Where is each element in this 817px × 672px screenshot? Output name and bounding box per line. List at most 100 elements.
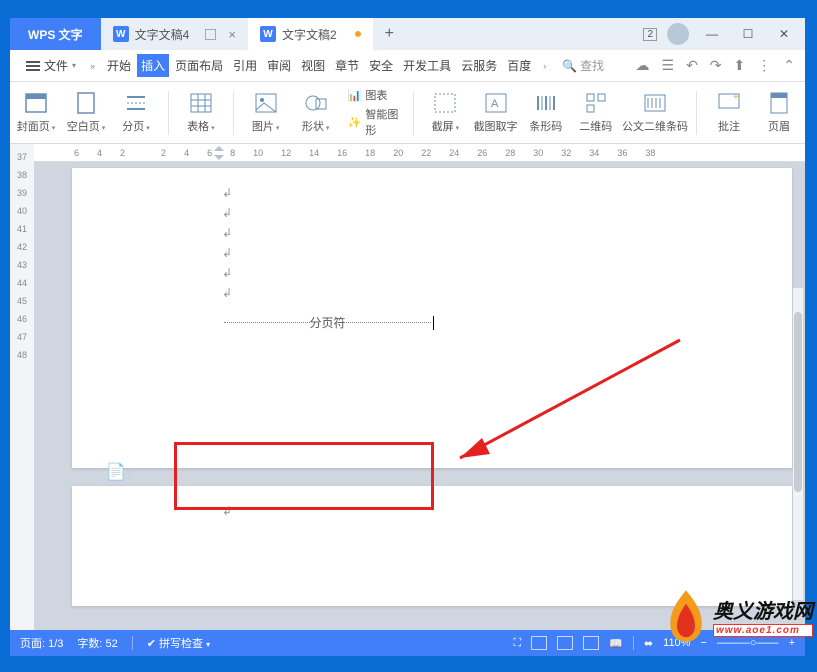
tab-start[interactable]: 开始 — [103, 54, 135, 77]
tab-baidu[interactable]: 百度 — [503, 54, 535, 77]
tab-label: 文字文稿4 — [135, 26, 190, 43]
comment-icon: + — [717, 92, 741, 114]
site-watermark: 奥义游戏网 www.aoe1.com — [663, 588, 813, 644]
screenshot-button[interactable]: 截屏▾ — [427, 92, 463, 134]
ribbon: 封面页▾ 空白页▾ 分页▾ 表格▾ 图片▾ 形状▾ 📊图表 ✨智能图形 — [10, 82, 805, 144]
smartart-button[interactable]: ✨智能图形 — [348, 106, 399, 138]
tab-security[interactable]: 安全 — [365, 54, 397, 77]
chart-smartart-group: 📊图表 ✨智能图形 — [348, 87, 399, 138]
chevron-right-icon[interactable]: » — [84, 61, 101, 71]
page-break-label: 分页符 — [310, 314, 346, 331]
document-tab-2[interactable]: W 文字文稿2 — [248, 18, 373, 50]
header-button[interactable]: 页眉 — [761, 92, 797, 134]
tab-preview-icon[interactable] — [205, 29, 216, 40]
avatar[interactable] — [667, 23, 689, 45]
barcode-button[interactable]: 条形码 — [528, 92, 564, 134]
bell-icon[interactable]: ☰ — [662, 57, 675, 74]
scrollbar-thumb[interactable] — [794, 312, 802, 492]
fit-width-icon[interactable]: ⬌ — [644, 637, 653, 650]
page-break-button[interactable]: 分页▾ — [118, 92, 154, 134]
cloud-sync-icon[interactable]: ☁ — [636, 57, 650, 74]
page-indicator[interactable]: 页面: 1/3 — [20, 635, 63, 651]
doc-icon: W — [113, 26, 129, 42]
comment-button[interactable]: + 批注 — [711, 92, 747, 134]
qrcode-button[interactable]: 二维码 — [578, 92, 614, 134]
shapes-icon — [304, 92, 328, 114]
redo-icon[interactable]: ↷ — [710, 57, 722, 74]
cover-page-button[interactable]: 封面页▾ — [18, 92, 54, 134]
document-workspace: 373839404142434445464748 642246810121416… — [10, 144, 805, 630]
tab-chapter[interactable]: 章节 — [331, 54, 363, 77]
blank-page-button[interactable]: 空白页▾ — [68, 92, 104, 134]
file-menu[interactable]: 文件 ▾ — [20, 55, 82, 76]
spellcheck-button[interactable]: ✔ 拼写检查 ▾ — [147, 635, 210, 651]
search-box[interactable]: 🔍 查找 — [562, 57, 604, 74]
tab-view[interactable]: 视图 — [297, 54, 329, 77]
word-count[interactable]: 字数: 52 — [77, 635, 117, 651]
text-cursor-icon — [433, 316, 434, 330]
undo-icon[interactable]: ↶ — [686, 57, 698, 74]
shapes-button[interactable]: 形状▾ — [298, 92, 334, 134]
tab-cloud[interactable]: 云服务 — [457, 54, 501, 77]
tab-review[interactable]: 审阅 — [263, 54, 295, 77]
tab-page-layout[interactable]: 页面布局 — [171, 54, 227, 77]
maximize-button[interactable]: ☐ — [735, 24, 761, 44]
table-icon — [189, 92, 213, 114]
chart-button[interactable]: 📊图表 — [348, 87, 399, 103]
picture-button[interactable]: 图片▾ — [248, 92, 284, 134]
qrcode-icon — [584, 92, 608, 114]
chart-icon: 📊 — [348, 89, 362, 102]
fullscreen-icon[interactable]: ⛶ — [514, 637, 522, 650]
page-break-icon — [124, 92, 148, 114]
tab-close-icon[interactable]: × — [228, 27, 236, 42]
collapse-ribbon-icon[interactable]: ⌃ — [783, 57, 795, 74]
doc-icon: W — [260, 26, 276, 42]
share-icon[interactable]: ⬆ — [734, 57, 746, 74]
paragraph-mark-icon: ↲ — [222, 266, 792, 286]
tab-references[interactable]: 引用 — [229, 54, 261, 77]
vertical-scrollbar[interactable] — [793, 288, 803, 600]
document-page-1[interactable]: ↲ ↲ ↲ ↲ ↲ ↲ 分页符 — [72, 168, 792, 468]
paragraph-mark-icon: ↲ — [222, 226, 792, 246]
account-badge[interactable]: 2 — [643, 28, 657, 41]
dropdown-icon: ▾ — [72, 61, 76, 70]
new-tab-button[interactable]: + — [373, 18, 406, 50]
tab-insert[interactable]: 插入 — [137, 54, 169, 77]
indent-marker-icon[interactable] — [214, 146, 224, 160]
titlebar: WPS 文字 W 文字文稿4 × W 文字文稿2 + 2 — ☐ ✕ — [10, 18, 805, 50]
chevron-right-icon[interactable]: › — [537, 61, 552, 71]
paragraph-mark-icon: ↲ — [222, 504, 792, 524]
spellcheck-icon: ✔ — [147, 638, 156, 650]
navigation-pane-icon[interactable]: 📄▾ — [106, 462, 126, 482]
pd417-button[interactable]: 公文二维条码 — [628, 92, 682, 134]
minimize-button[interactable]: — — [699, 24, 725, 44]
picture-icon — [254, 92, 278, 114]
svg-text:A: A — [491, 98, 499, 110]
app-tab[interactable]: WPS 文字 — [10, 18, 101, 50]
smartart-icon: ✨ — [348, 116, 362, 129]
hamburger-icon — [26, 65, 40, 67]
screenshot-icon — [433, 92, 457, 114]
header-icon — [767, 92, 791, 114]
horizontal-ruler[interactable]: 6422468101214161820222426283032343638 — [34, 144, 805, 162]
search-icon: 🔍 — [562, 59, 577, 73]
cover-page-icon — [24, 92, 48, 114]
document-tab-1[interactable]: W 文字文稿4 × — [101, 18, 248, 50]
paragraph-mark-icon: ↲ — [222, 186, 792, 206]
ocr-button[interactable]: A 截图取字 — [477, 92, 513, 134]
blank-page-icon — [74, 92, 98, 114]
view-outline-button[interactable] — [557, 636, 573, 650]
tab-developer[interactable]: 开发工具 — [399, 54, 455, 77]
view-print-layout-button[interactable] — [531, 636, 547, 650]
paragraph-mark-icon: ↲ — [222, 206, 792, 226]
more-icon[interactable]: ⋮ — [757, 57, 771, 74]
vertical-ruler[interactable]: 373839404142434445464748 — [10, 144, 34, 630]
svg-text:+: + — [733, 93, 739, 103]
table-button[interactable]: 表格▾ — [183, 92, 219, 134]
close-button[interactable]: ✕ — [771, 24, 797, 44]
watermark-url: www.aoe1.com — [713, 624, 813, 637]
tab-label: 文字文稿2 — [282, 26, 337, 43]
reading-mode-icon[interactable]: 📖 — [609, 637, 623, 650]
view-web-button[interactable] — [583, 636, 599, 650]
pd417-icon — [643, 92, 667, 114]
